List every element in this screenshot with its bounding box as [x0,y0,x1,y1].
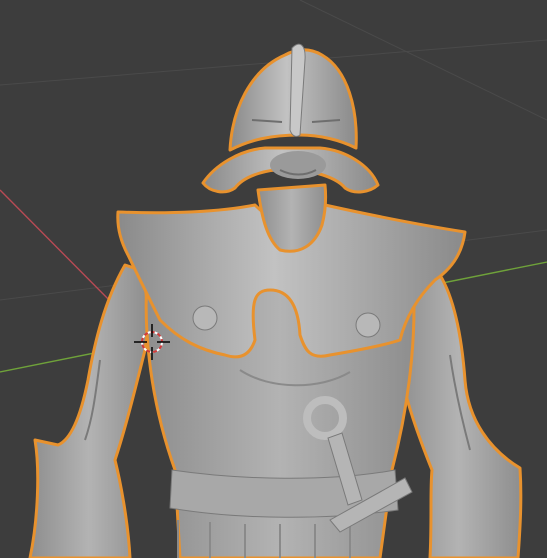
right-arm [395,273,523,558]
left-arm [28,263,150,558]
3d-viewport[interactable] [0,0,547,558]
viewport-canvas[interactable] [0,0,547,558]
armored-figure-model[interactable] [28,43,523,558]
